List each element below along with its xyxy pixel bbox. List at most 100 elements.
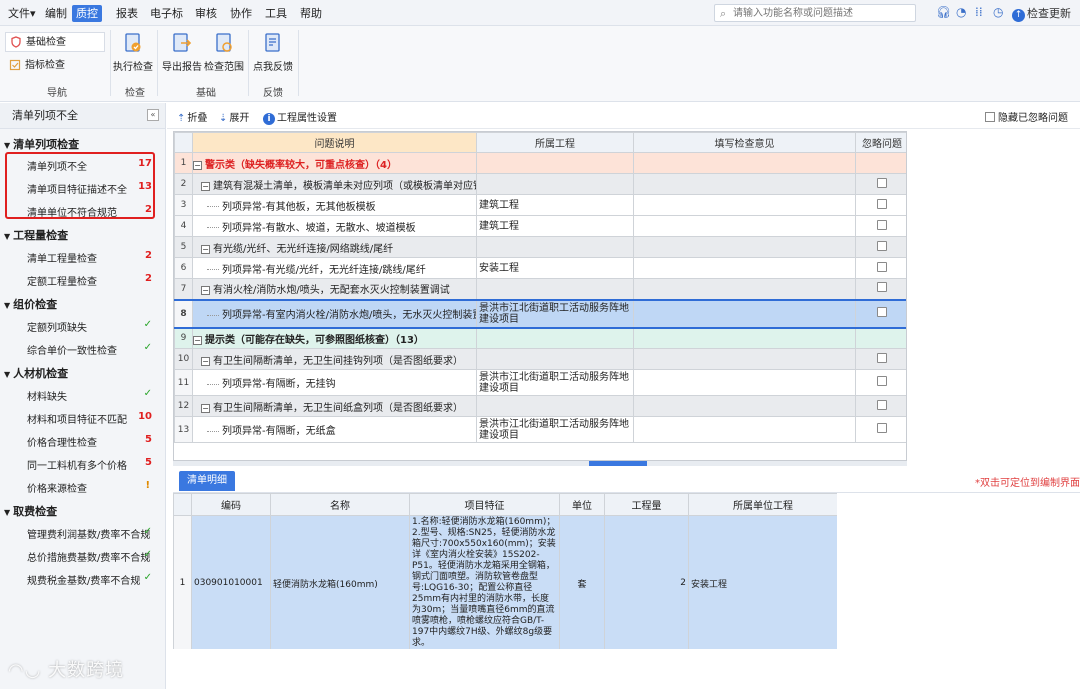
search-box[interactable]: ⌕ [714, 4, 916, 22]
collapse-panel-icon[interactable]: « [147, 109, 159, 121]
grid-row[interactable]: 9− 提示类（可能存在缺失，可参照图纸核查）（13） [174, 327, 906, 349]
collapse-button[interactable]: ⇡ 折叠 [177, 109, 207, 124]
detail-header-unit[interactable]: 单位 [559, 493, 605, 516]
nav-item-price-source[interactable]: 价格来源检查! [27, 480, 152, 495]
nav-item-multi-price[interactable]: 同一工料机有多个价格 5 [27, 457, 152, 472]
tree-toggle-icon[interactable]: − [201, 244, 210, 254]
grid-row[interactable]: 1− 警示类（缺失概率较大，可重点核查）（4） [174, 152, 906, 174]
header-ignore[interactable]: 忽略问题 [855, 132, 906, 153]
headset-icon[interactable]: 🎧︎ [936, 5, 951, 19]
issue-description[interactable]: − 有光缆/光纤、无光纤连接/网络跳线/尾纤 [192, 236, 477, 258]
issue-project[interactable] [476, 236, 634, 258]
detail-unit[interactable]: 套 [559, 515, 605, 649]
nav-item-quota-missing[interactable]: 定额列项缺失 ✓ [27, 319, 152, 334]
ignore-cell[interactable] [855, 278, 906, 300]
grid-row[interactable]: 10− 有卫生间隔断清单，无卫生间挂钩列项（是否图纸要求） [174, 348, 906, 370]
check-scope-button[interactable]: 检查范围 [202, 32, 246, 73]
grid-row[interactable]: 3 列项异常-有其他板，无其他板模板 建筑工程 [174, 194, 906, 216]
issue-description[interactable]: − 有消火栓/消防水炮/喷头，无配套水灭火控制装置调试 [192, 278, 477, 300]
ignore-checkbox[interactable] [877, 399, 887, 410]
opinion-cell[interactable] [633, 173, 856, 195]
issue-description[interactable]: 列项异常-有隔断，无纸盒 [192, 416, 477, 443]
detail-header-feature[interactable]: 项目特征 [409, 493, 560, 516]
opinion-cell[interactable] [633, 152, 856, 174]
opinion-cell[interactable] [633, 348, 856, 370]
detail-header-name[interactable]: 名称 [270, 493, 410, 516]
grid-row[interactable]: 2− 建筑有混凝土清单，模板清单未对应列项（或模板清单对应错误） [174, 173, 906, 195]
menu-review[interactable]: 审核 [191, 5, 221, 22]
service-icon[interactable]: ◔ [956, 5, 966, 19]
issue-project[interactable] [476, 278, 634, 300]
tree-toggle-icon[interactable]: − [193, 160, 202, 170]
tree-toggle-icon[interactable]: − [201, 181, 210, 191]
ignore-checkbox[interactable] [877, 282, 887, 293]
ignore-checkbox[interactable] [877, 423, 887, 433]
issue-project[interactable] [476, 395, 634, 417]
ignore-checkbox[interactable] [877, 307, 887, 317]
group-fee-check[interactable]: ▼ 取费检查 [4, 503, 57, 519]
menu-tools[interactable]: 工具 [261, 5, 291, 22]
group-pricing-check[interactable]: ▼ 组价检查 [4, 296, 57, 312]
apps-icon[interactable]: ⁞⁞ [975, 5, 983, 19]
opinion-cell[interactable] [633, 278, 856, 300]
nav-item-material-missing[interactable]: 材料缺失 ✓ [27, 388, 152, 403]
issue-project[interactable] [476, 152, 634, 174]
issue-project[interactable]: 安装工程 [476, 257, 634, 279]
grid-row[interactable]: 13 列项异常-有隔断，无纸盒 景洪市江北街道职工活动服务阵地建设项目 [174, 416, 906, 443]
opinion-cell[interactable] [633, 395, 856, 417]
menu-report[interactable]: 报表 [112, 5, 142, 22]
detail-name[interactable]: 轻便消防水龙箱(160mm) [270, 515, 410, 649]
detail-project[interactable]: 安装工程 [688, 515, 837, 649]
issue-description[interactable]: − 提示类（可能存在缺失，可参照图纸核查）（13） [192, 327, 477, 349]
ignore-cell[interactable] [855, 173, 906, 195]
tree-toggle-icon[interactable]: − [193, 335, 202, 345]
ignore-cell[interactable] [855, 194, 906, 216]
ignore-checkbox[interactable] [877, 376, 887, 386]
ignore-cell[interactable] [855, 348, 906, 370]
issue-project[interactable]: 景洪市江北街道职工活动服务阵地建设项目 [476, 416, 634, 443]
menu-edit[interactable]: 编制 [41, 5, 71, 22]
basic-check-button[interactable]: 基础检查 [5, 32, 105, 52]
detail-row[interactable]: 1 030901010001 轻便消防水龙箱(160mm) 1.名称:轻便消防水… [173, 515, 837, 649]
issue-project[interactable]: 景洪市江北街道职工活动服务阵地建设项目 [476, 369, 634, 396]
menu-quality-control[interactable]: 质控 [72, 5, 102, 22]
menu-file[interactable]: 文件▾ [4, 5, 40, 22]
opinion-cell[interactable] [633, 194, 856, 216]
issue-project[interactable]: 建筑工程 [476, 215, 634, 237]
menu-e-bid[interactable]: 电子标 [146, 5, 187, 22]
issue-description[interactable]: − 有卫生间隔断清单，无卫生间纸盒列项（是否图纸要求） [192, 395, 477, 417]
group-quantity-check[interactable]: ▼ 工程量检查 [4, 227, 68, 243]
ignore-checkbox[interactable] [877, 219, 887, 230]
issue-description[interactable]: 列项异常-有隔断，无挂钩 [192, 369, 477, 396]
tree-toggle-icon[interactable]: − [201, 403, 210, 413]
ignore-cell[interactable] [855, 236, 906, 258]
ignore-checkbox[interactable] [877, 198, 887, 209]
ignore-cell[interactable] [855, 395, 906, 417]
nav-item-quota-quantity[interactable]: 定额工程量检查 2 [27, 273, 152, 288]
ignore-checkbox[interactable] [877, 352, 887, 363]
expand-button[interactable]: ⇣ 展开 [219, 109, 249, 124]
group-list-check[interactable]: ▼ 清单列项检查 [4, 136, 79, 152]
nav-item-management-fee[interactable]: 管理费利润基数/费率不合规 ✓ [27, 526, 152, 541]
search-input[interactable] [733, 6, 913, 20]
issue-project[interactable] [476, 173, 634, 195]
ignore-cell[interactable] [855, 369, 906, 396]
grid-row[interactable]: 6 列项异常-有光缆/光纤，无光纤连接/跳线/尾纤 安装工程 [174, 257, 906, 279]
indicator-check-button[interactable]: 指标检查 [5, 56, 105, 76]
opinion-cell[interactable] [633, 257, 856, 279]
ignore-checkbox[interactable] [877, 261, 887, 272]
grid-row[interactable]: 4 列项异常-有散水、坡道，无散水、坡道模板 建筑工程 [174, 215, 906, 237]
detail-code[interactable]: 030901010001 [191, 515, 271, 649]
nav-item-material-mismatch[interactable]: 材料和项目特征不匹配 10 [27, 411, 152, 426]
grid-row[interactable]: 11 列项异常-有隔断，无挂钩 景洪市江北街道职工活动服务阵地建设项目 [174, 369, 906, 396]
export-report-button[interactable]: 导出报告 [160, 32, 204, 73]
group-material-check[interactable]: ▼ 人材机检查 [4, 365, 68, 381]
menu-help[interactable]: 帮助 [296, 5, 326, 22]
grid-row[interactable]: 8 列项异常-有室内消火栓/消防水炮/喷头，无水灭火控制装置调试 景洪市江北街道职工… [174, 298, 906, 329]
issue-project[interactable]: 建筑工程 [476, 194, 634, 216]
issue-description[interactable]: 列项异常-有散水、坡道，无散水、坡道模板 [192, 215, 477, 237]
ignore-checkbox[interactable] [877, 177, 887, 188]
detail-qty[interactable]: 2 [604, 515, 689, 649]
ignore-cell[interactable] [855, 298, 906, 329]
menu-collab[interactable]: 协作 [226, 5, 256, 22]
